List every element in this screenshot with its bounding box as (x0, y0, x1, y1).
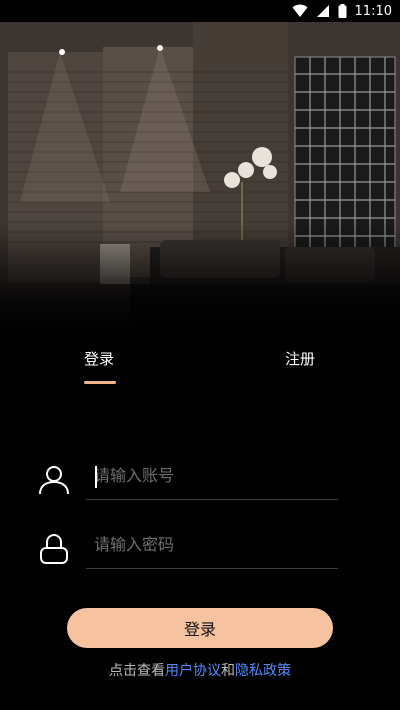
privacy-policy-link[interactable]: 隐私政策 (235, 663, 291, 679)
signal-icon (316, 5, 329, 17)
login-button[interactable]: 登录 (67, 608, 333, 648)
wifi-icon (292, 4, 308, 17)
user-agreement-link[interactable]: 用户协议 (165, 663, 221, 679)
hero-fade (0, 222, 400, 332)
auth-tabs: 登录 注册 (0, 340, 400, 390)
tab-register[interactable]: 注册 (285, 348, 315, 369)
username-input[interactable] (86, 452, 338, 500)
hero-image (0, 22, 400, 332)
active-tab-indicator (84, 381, 116, 384)
agreement-conjunction: 和 (221, 663, 235, 679)
agreement-text: 点击查看用户协议和隐私政策 (0, 660, 400, 680)
agreement-prefix: 点击查看 (109, 663, 165, 679)
status-time: 11:10 (354, 3, 392, 19)
battery-icon (338, 4, 347, 18)
status-bar: 11:10 (0, 0, 400, 22)
password-input[interactable] (86, 521, 338, 569)
text-cursor (95, 466, 97, 488)
password-field-row (38, 521, 338, 571)
tab-login[interactable]: 登录 (84, 348, 114, 369)
lock-icon (40, 534, 68, 564)
user-icon (39, 466, 69, 495)
username-field-row (38, 452, 338, 502)
